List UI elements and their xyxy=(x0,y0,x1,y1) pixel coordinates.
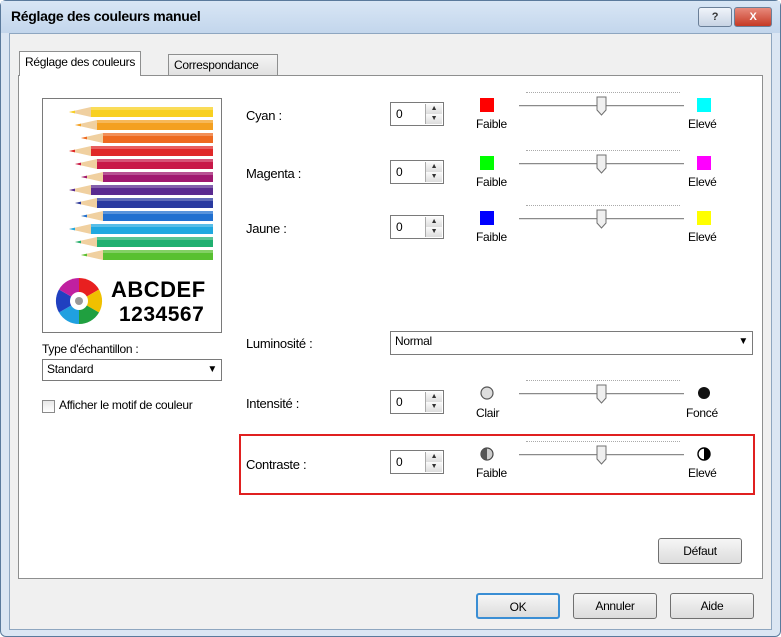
default-button[interactable]: Défaut xyxy=(658,538,742,564)
intensity-low-label: Clair xyxy=(476,406,500,420)
sample-type-select[interactable]: Standard ▼ xyxy=(42,359,222,381)
close-button[interactable]: X xyxy=(734,7,772,27)
ok-button[interactable]: OK xyxy=(476,593,560,619)
brightness-value: Normal xyxy=(395,334,432,348)
spin-down-icon[interactable]: ▼ xyxy=(426,114,442,124)
help-button[interactable]: Aide xyxy=(670,593,754,619)
yellow-low-swatch xyxy=(480,211,494,225)
spin-up-icon[interactable]: ▲ xyxy=(426,392,442,402)
contrast-low-label: Faible xyxy=(476,466,507,480)
title-bar[interactable]: Réglage des couleurs manuel ? X xyxy=(1,1,780,33)
contrast-slider-thumb[interactable] xyxy=(596,445,607,465)
cyan-value: 0 xyxy=(396,107,403,121)
contrast-label: Contraste : xyxy=(246,457,307,472)
intensity-high-label: Foncé xyxy=(686,406,718,420)
show-pattern-checkbox[interactable] xyxy=(42,400,55,413)
tab-panel: ABCDEF 1234567 Type d'échantillon : Stan… xyxy=(18,75,763,579)
dark-circle-icon xyxy=(698,387,710,399)
cyan-low-label: Faible xyxy=(476,117,507,131)
contrast-high-icon xyxy=(697,447,711,461)
yellow-high-label: Elevé xyxy=(688,230,717,244)
sample-type-label: Type d'échantillon : xyxy=(42,342,139,356)
spin-down-icon[interactable]: ▼ xyxy=(426,402,442,412)
dropdown-arrow-icon: ▼ xyxy=(738,336,748,347)
spin-up-icon[interactable]: ▲ xyxy=(426,104,442,114)
divider xyxy=(243,309,751,310)
magenta-label: Magenta : xyxy=(246,166,302,181)
contrast-highlight xyxy=(239,434,755,495)
slider-ticks xyxy=(526,380,680,382)
tab-color-adjustment[interactable]: Réglage des couleurs xyxy=(19,51,142,76)
window-title: Réglage des couleurs manuel xyxy=(11,8,201,24)
contrast-low-icon xyxy=(480,447,494,461)
tab-matching[interactable]: Correspondance xyxy=(168,54,278,76)
color-wheel-icon xyxy=(55,277,103,325)
pencils-image xyxy=(69,107,213,260)
brightness-select[interactable]: Normal ▼ xyxy=(390,331,753,355)
magenta-spinbox[interactable]: 0 ▲ ▼ xyxy=(390,160,444,184)
cyan-high-label: Elevé xyxy=(688,117,717,131)
magenta-low-swatch xyxy=(480,156,494,170)
intensity-value: 0 xyxy=(396,395,403,409)
yellow-low-label: Faible xyxy=(476,230,507,244)
brightness-label: Luminosité : xyxy=(246,336,313,351)
cyan-label: Cyan : xyxy=(246,108,282,123)
spin-up-icon[interactable]: ▲ xyxy=(426,217,442,227)
yellow-high-swatch xyxy=(697,211,711,225)
magenta-value: 0 xyxy=(396,165,403,179)
show-pattern-label: Afficher le motif de couleur xyxy=(59,398,193,412)
magenta-high-label: Elevé xyxy=(688,175,717,189)
contrast-value: 0 xyxy=(396,455,403,469)
spin-up-icon[interactable]: ▲ xyxy=(426,452,442,462)
cyan-low-swatch xyxy=(480,98,494,112)
intensity-label: Intensité : xyxy=(246,396,300,411)
contrast-spinbox[interactable]: 0 ▲ ▼ xyxy=(390,450,444,474)
spin-down-icon[interactable]: ▼ xyxy=(426,462,442,472)
spin-down-icon[interactable]: ▼ xyxy=(426,227,442,237)
cancel-button[interactable]: Annuler xyxy=(573,593,657,619)
light-circle-icon xyxy=(480,386,494,400)
slider-ticks xyxy=(526,441,680,443)
slider-ticks xyxy=(526,205,680,207)
contrast-high-label: Elevé xyxy=(688,466,717,480)
slider-ticks xyxy=(526,150,680,152)
preview-text-letters: ABCDEF xyxy=(111,277,206,302)
magenta-slider-thumb[interactable] xyxy=(596,154,607,174)
spin-up-icon[interactable]: ▲ xyxy=(426,162,442,172)
slider-ticks xyxy=(526,92,680,94)
dropdown-arrow-icon: ▼ xyxy=(207,364,217,375)
yellow-value: 0 xyxy=(396,220,403,234)
dialog-client: Réglage des couleurs Correspondance ABCD… xyxy=(9,33,772,630)
divider xyxy=(46,522,753,523)
title-help-button[interactable]: ? xyxy=(698,7,732,27)
magenta-low-label: Faible xyxy=(476,175,507,189)
yellow-slider-thumb[interactable] xyxy=(596,209,607,229)
yellow-label: Jaune : xyxy=(246,221,287,236)
intensity-slider-thumb[interactable] xyxy=(596,384,607,404)
preview-text-digits: 1234567 xyxy=(119,303,205,326)
intensity-spinbox[interactable]: 0 ▲ ▼ xyxy=(390,390,444,414)
cyan-spinbox[interactable]: 0 ▲ ▼ xyxy=(390,102,444,126)
magenta-high-swatch xyxy=(697,156,711,170)
color-preview: ABCDEF 1234567 xyxy=(42,98,222,333)
cyan-slider-thumb[interactable] xyxy=(596,96,607,116)
dialog-window: Réglage des couleurs manuel ? X Réglage … xyxy=(0,0,781,637)
spin-down-icon[interactable]: ▼ xyxy=(426,172,442,182)
yellow-spinbox[interactable]: 0 ▲ ▼ xyxy=(390,215,444,239)
sample-type-value: Standard xyxy=(47,362,94,376)
cyan-high-swatch xyxy=(697,98,711,112)
